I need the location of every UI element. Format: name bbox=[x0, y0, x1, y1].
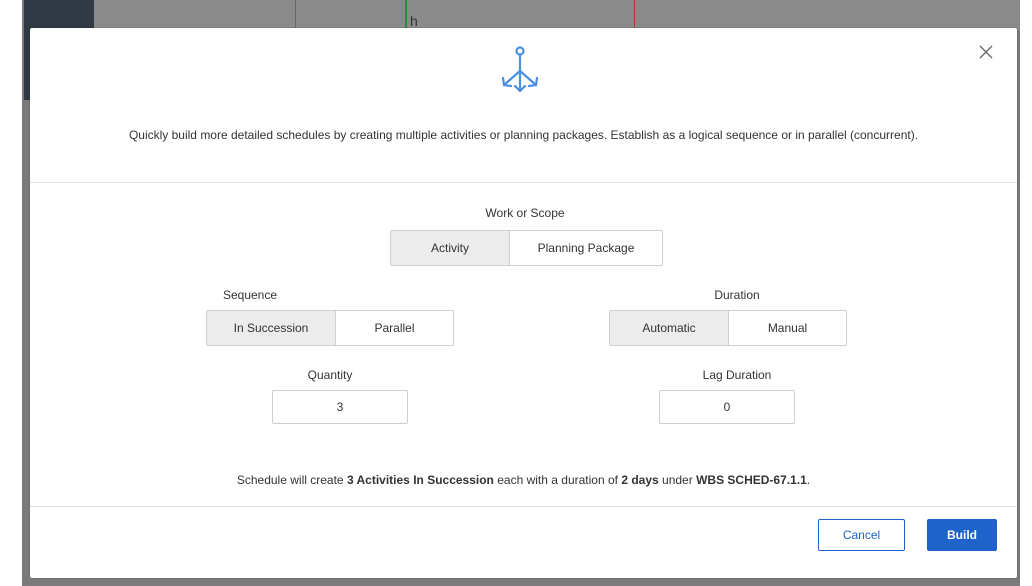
summary-middle: each with a duration of bbox=[497, 473, 618, 487]
schedule-summary: Schedule will create 3 Activities In Suc… bbox=[30, 473, 1017, 487]
quantity-input[interactable] bbox=[272, 390, 408, 424]
build-schedule-dialog: Quickly build more detailed schedules by… bbox=[30, 28, 1017, 578]
work-scope-label: Work or Scope bbox=[485, 206, 565, 220]
sequence-option-parallel[interactable]: Parallel bbox=[335, 311, 453, 345]
background-today-line bbox=[634, 0, 635, 28]
build-button[interactable]: Build bbox=[927, 519, 997, 551]
summary-under: under bbox=[662, 473, 693, 487]
quantity-label: Quantity bbox=[307, 368, 353, 382]
duration-option-automatic[interactable]: Automatic bbox=[610, 311, 728, 345]
background-toolbar bbox=[94, 0, 1020, 30]
branch-split-icon bbox=[501, 46, 539, 93]
close-icon[interactable] bbox=[977, 44, 995, 62]
duration-label: Duration bbox=[714, 288, 760, 302]
intro-text: Quickly build more detailed schedules by… bbox=[128, 128, 919, 142]
summary-prefix: Schedule will create bbox=[236, 473, 344, 487]
lag-duration-label: Lag Duration bbox=[702, 368, 772, 382]
cancel-button[interactable]: Cancel bbox=[818, 519, 905, 551]
work-scope-option-planning-package[interactable]: Planning Package bbox=[509, 231, 662, 265]
background-marker bbox=[405, 0, 407, 28]
work-scope-option-activity[interactable]: Activity bbox=[391, 231, 509, 265]
summary-suffix: . bbox=[806, 473, 811, 487]
summary-wbs: WBS SCHED-67.1.1 bbox=[696, 473, 807, 487]
background-divider bbox=[295, 0, 296, 28]
footer-divider bbox=[30, 506, 1017, 507]
duration-toggle: Automatic Manual bbox=[609, 310, 847, 346]
sequence-option-in-succession[interactable]: In Succession bbox=[207, 311, 335, 345]
sequence-toggle: In Succession Parallel bbox=[206, 310, 454, 346]
sequence-label: Sequence bbox=[222, 288, 278, 302]
duration-option-manual[interactable]: Manual bbox=[728, 311, 846, 345]
summary-count-type: 3 Activities In Succession bbox=[346, 473, 494, 487]
top-divider bbox=[30, 182, 1017, 183]
summary-duration: 2 days bbox=[621, 473, 659, 487]
background-glyph: h bbox=[410, 13, 418, 29]
work-scope-toggle: Activity Planning Package bbox=[390, 230, 663, 266]
lag-duration-input[interactable] bbox=[659, 390, 795, 424]
